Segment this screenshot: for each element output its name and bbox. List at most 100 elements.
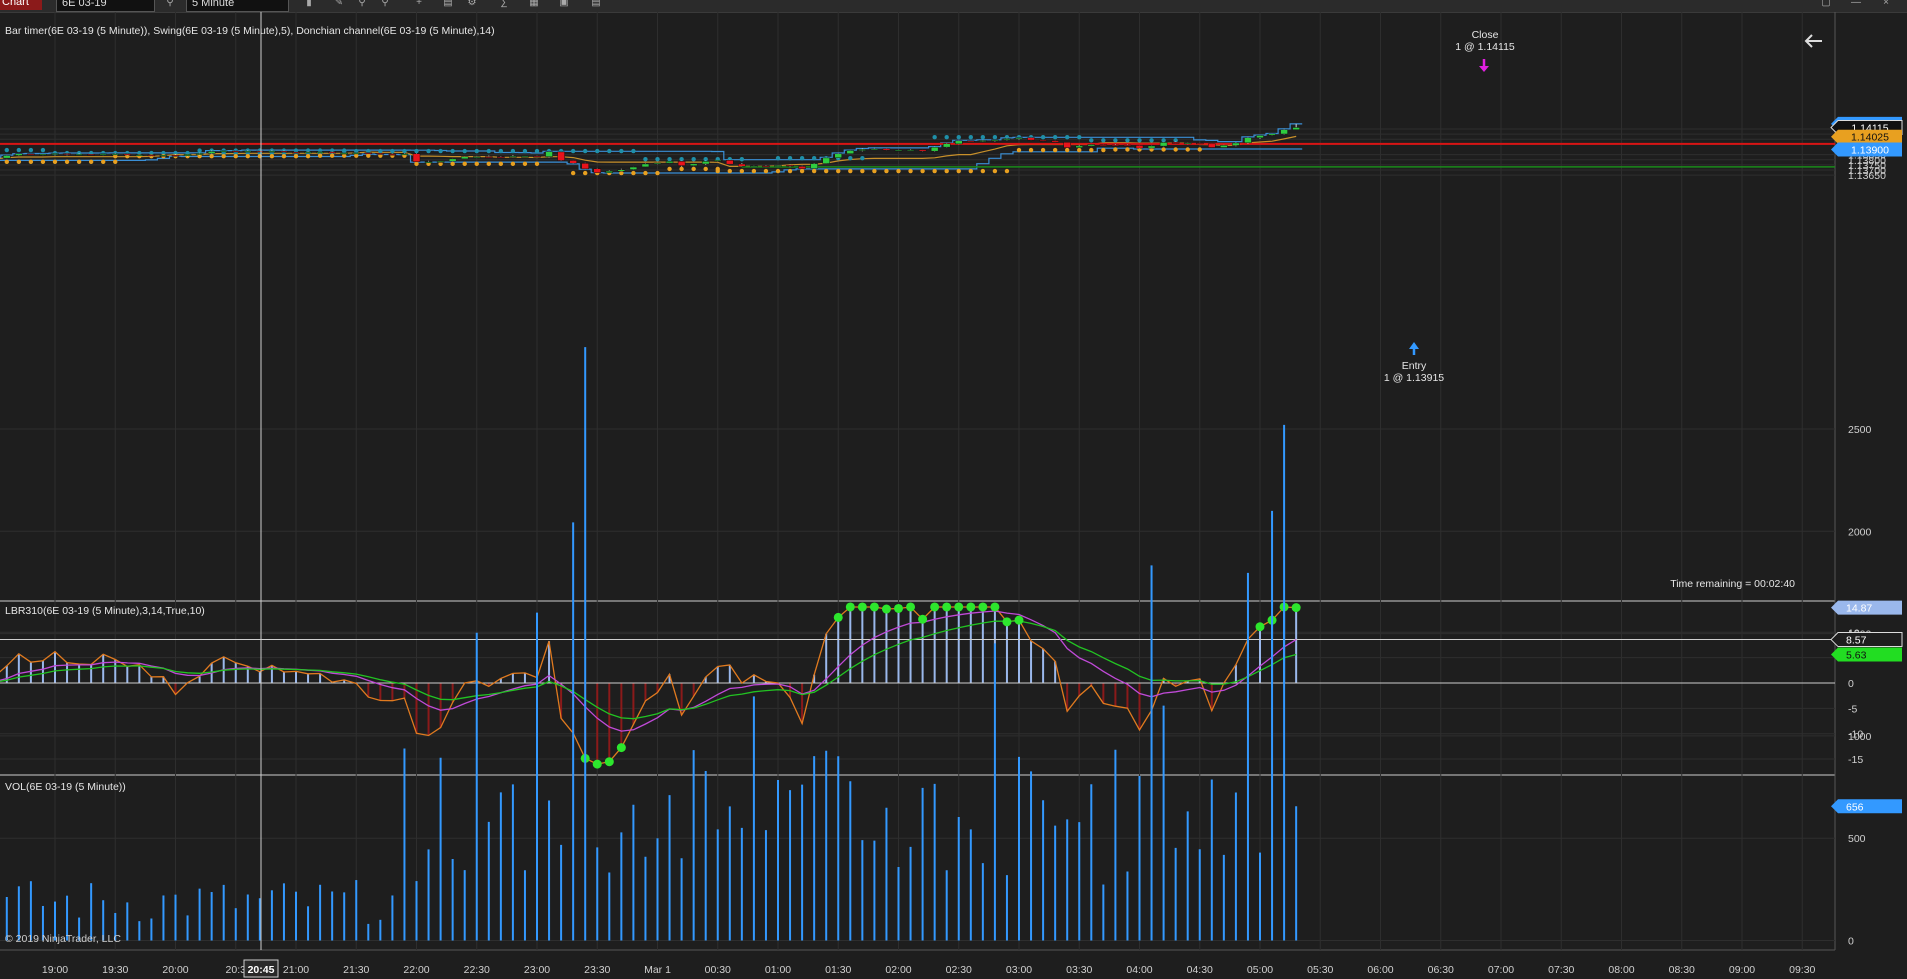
bar-type-icon[interactable]: ▮ [303, 0, 315, 8]
candle-body[interactable] [1280, 129, 1288, 135]
candle-body[interactable] [1003, 138, 1011, 140]
candle-body[interactable] [569, 160, 577, 164]
zoom-out-icon[interactable]: ⚲ [379, 0, 391, 8]
candle-body[interactable] [1244, 137, 1252, 144]
candle-body[interactable] [1123, 144, 1132, 147]
candle-body[interactable] [436, 161, 445, 163]
zoom-in-icon[interactable]: ⚲ [356, 0, 368, 8]
templates-icon[interactable]: ▦ [528, 0, 540, 8]
candle-body[interactable] [593, 168, 601, 173]
candle-body[interactable] [714, 160, 722, 162]
candle-body[interactable] [3, 155, 11, 159]
candle-body[interactable] [497, 156, 505, 159]
candle-body[interactable] [316, 151, 324, 154]
candle-body[interactable] [509, 156, 517, 158]
candle-body[interactable] [352, 152, 360, 155]
candle-body[interactable] [1196, 142, 1204, 145]
candle-body[interactable] [629, 166, 638, 170]
candle-body[interactable] [822, 157, 830, 164]
candle-body[interactable] [1232, 142, 1240, 146]
candle-body[interactable] [689, 163, 698, 166]
search-icon[interactable]: ⚲ [164, 0, 176, 8]
candle-body[interactable] [460, 156, 469, 160]
chart-menu-button[interactable]: Chart [0, 0, 42, 10]
candle-body[interactable] [665, 161, 674, 164]
chart-trader-icon[interactable]: ▤ [590, 0, 602, 8]
candle-body[interactable] [328, 151, 336, 154]
candle-body[interactable] [147, 154, 156, 157]
candle-body[interactable] [677, 161, 686, 166]
drawing-tool-icon[interactable]: ✎ [333, 0, 345, 8]
candle-body[interactable] [774, 165, 782, 167]
candle-body[interactable] [846, 150, 855, 154]
strategy-icon[interactable]: ▤ [442, 0, 454, 8]
candle-body[interactable] [738, 163, 746, 167]
candle-body[interactable] [762, 165, 770, 168]
snapshot-icon[interactable]: ▣ [558, 0, 570, 8]
candle-body[interactable] [533, 156, 541, 158]
candle-body[interactable] [653, 162, 662, 165]
candle-body[interactable] [135, 154, 144, 156]
candle-body[interactable] [858, 149, 867, 151]
candle-body[interactable] [1268, 133, 1276, 136]
candle-body[interactable] [1099, 144, 1108, 146]
candle-body[interactable] [918, 149, 927, 152]
candle-body[interactable] [364, 152, 373, 155]
candle-body[interactable] [991, 139, 999, 142]
candle-body[interactable] [641, 163, 650, 168]
candle-body[interactable] [581, 163, 589, 170]
candle-body[interactable] [1147, 145, 1156, 149]
interval-selector[interactable]: 5 Minute [186, 0, 289, 12]
candle-body[interactable] [1159, 142, 1168, 147]
candle-body[interactable] [183, 154, 192, 157]
candle-body[interactable] [388, 153, 397, 156]
candle-body[interactable] [424, 161, 433, 163]
candle-body[interactable] [545, 151, 553, 157]
candle-body[interactable] [750, 165, 758, 167]
instrument-selector[interactable]: 6E 03-19 [56, 0, 155, 12]
candle-body[interactable] [51, 153, 59, 155]
properties-icon[interactable]: ⚙ [466, 0, 478, 8]
candle-body[interactable] [400, 153, 409, 156]
candle-body[interactable] [63, 153, 71, 155]
candle-body[interactable] [268, 150, 276, 153]
candle-body[interactable] [219, 150, 228, 153]
crosshair-icon[interactable]: + [413, 0, 425, 8]
candle-body[interactable] [1292, 127, 1300, 130]
candle-body[interactable] [617, 169, 626, 172]
chart-canvas[interactable]: 19:00 19:30 20:00 20:3 21:00 21:30 22:00 22:30 2… [0, 12, 1907, 979]
candle-body[interactable] [701, 161, 710, 165]
candle-body[interactable] [906, 149, 915, 151]
candle-body[interactable] [304, 151, 312, 154]
candle-body[interactable] [798, 166, 806, 169]
candle-body[interactable] [485, 156, 493, 158]
candle-body[interactable] [942, 143, 951, 148]
candle-body[interactable] [1063, 142, 1071, 148]
close-icon[interactable]: × [1880, 0, 1892, 8]
candle-body[interactable] [894, 149, 903, 152]
candle-body[interactable] [930, 146, 939, 152]
candle-body[interactable] [1075, 145, 1083, 148]
candle-body[interactable] [27, 153, 35, 155]
window-icon[interactable]: ▢ [1820, 0, 1832, 8]
candle-body[interactable] [979, 140, 987, 142]
candle-body[interactable] [1027, 137, 1035, 141]
candle-body[interactable] [967, 140, 975, 142]
candle-body[interactable] [87, 154, 95, 156]
candle-body[interactable] [882, 148, 891, 151]
candle-body[interactable] [1183, 142, 1192, 145]
candle-body[interactable] [834, 153, 842, 159]
candle-body[interactable] [810, 163, 818, 169]
candle-body[interactable] [1171, 142, 1180, 144]
candle-body[interactable] [1111, 144, 1120, 147]
candle-body[interactable] [75, 154, 83, 156]
candle-body[interactable] [15, 153, 23, 156]
candle-body[interactable] [280, 151, 288, 153]
candle-body[interactable] [521, 156, 529, 158]
candle-body[interactable] [1256, 135, 1264, 139]
candle-body[interactable] [1135, 145, 1144, 149]
candle-body[interactable] [1220, 145, 1228, 148]
candle-body[interactable] [195, 153, 204, 155]
candle-body[interactable] [207, 151, 216, 154]
minimize-icon[interactable]: — [1850, 0, 1862, 8]
